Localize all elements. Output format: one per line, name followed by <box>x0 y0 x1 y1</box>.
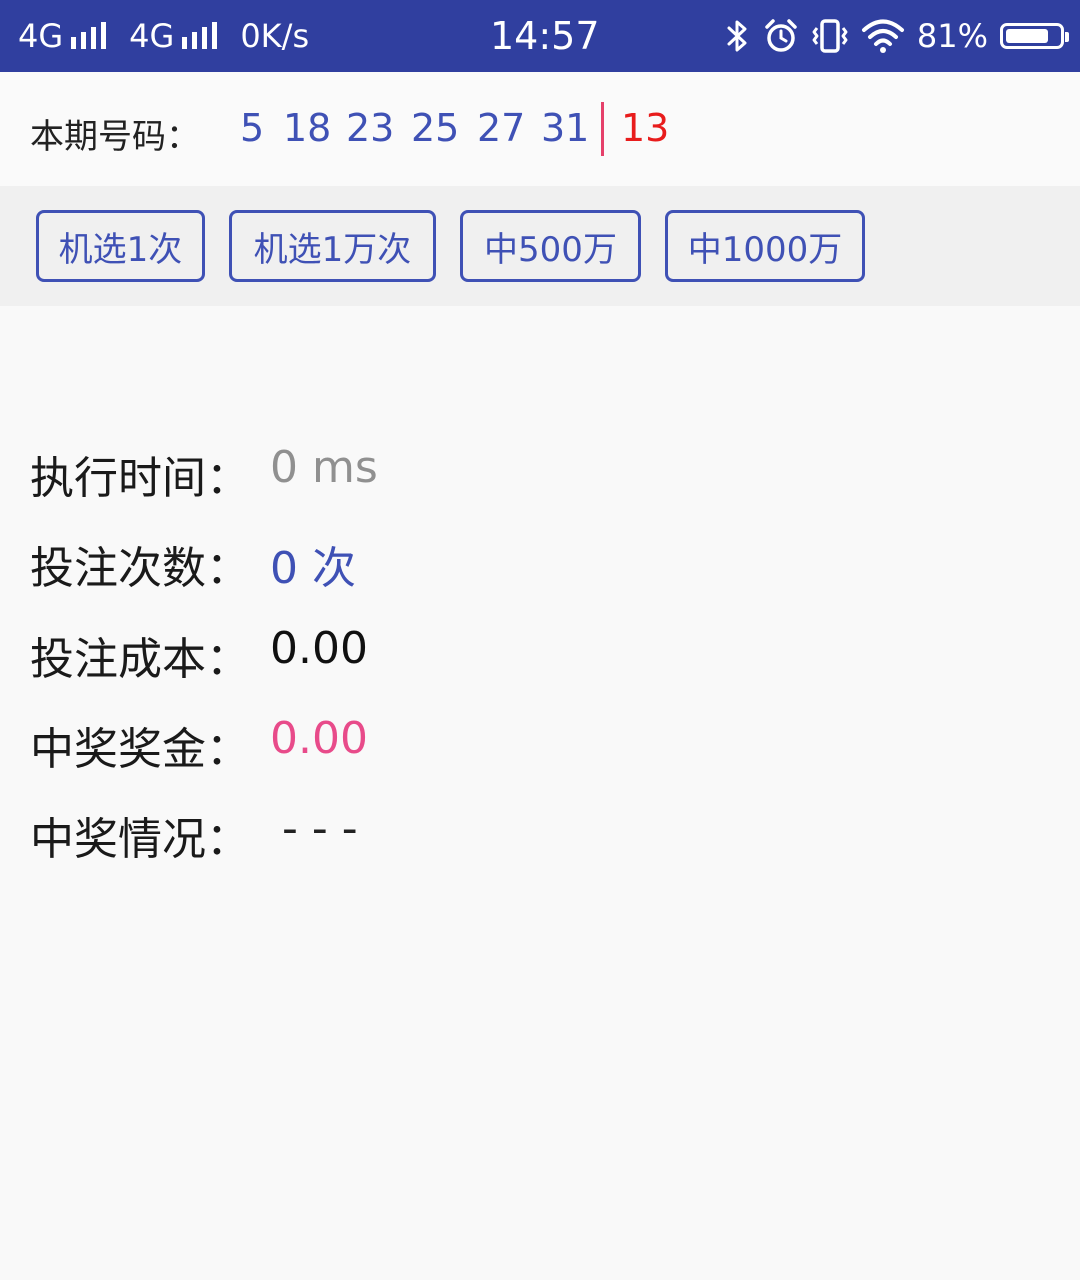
bet-count-label: 投注次数： <box>30 543 250 594</box>
status-bar-left: 4G 4G 0K/s <box>18 0 309 72</box>
red-ball-number: 13 <box>621 106 670 150</box>
prize-money-row: 中奖奖金： 0.00 <box>30 713 368 777</box>
bet-cost-row: 投注成本： 0.00 <box>30 623 368 687</box>
prize-money-value: 0.00 <box>270 713 368 764</box>
signal-strength-icon <box>182 22 222 49</box>
status-bar-right: 81% <box>725 0 1069 72</box>
network-type-1: 4G <box>18 17 64 55</box>
blue-ball-number: 31 <box>541 106 590 150</box>
status-bar: 4G 4G 0K/s 14:57 81% <box>0 0 1080 72</box>
random-pick-once-button[interactable]: 机选1次 <box>36 210 205 282</box>
bet-cost-value: 0.00 <box>270 623 368 674</box>
execution-time-value: 0 ms <box>270 442 378 493</box>
draw-label: 本期号码： <box>30 117 200 157</box>
draw-numbers-row: 本期号码： 5 18 23 25 27 31 13 <box>0 72 1080 186</box>
blue-ball-number: 23 <box>346 106 395 150</box>
execution-time-label: 执行时间： <box>30 453 250 504</box>
win-10-million-button[interactable]: 中1000万 <box>665 210 865 282</box>
bet-count-value: 0 次 <box>270 543 356 594</box>
clock: 14:57 <box>490 14 600 58</box>
action-buttons-row: 机选1次 机选1万次 中500万 中1000万 <box>0 186 1080 306</box>
bluetooth-icon <box>725 18 751 54</box>
blue-ball-number: 5 <box>240 106 265 150</box>
winning-status-value: - - - <box>282 803 358 854</box>
bet-cost-label: 投注成本： <box>30 634 250 685</box>
prize-money-label: 中奖奖金： <box>30 724 250 775</box>
win-5-million-button[interactable]: 中500万 <box>460 210 641 282</box>
wifi-icon <box>861 19 905 53</box>
random-pick-10k-button[interactable]: 机选1万次 <box>229 210 436 282</box>
alarm-icon <box>763 18 799 54</box>
vibrate-icon <box>811 18 849 54</box>
winning-status-row: 中奖情况： - - - <box>30 803 358 867</box>
winning-status-label: 中奖情况： <box>30 814 250 865</box>
bet-count-row: 投注次数： 0 次 <box>30 532 356 596</box>
signal-strength-icon <box>71 22 111 49</box>
blue-ball-number: 27 <box>477 106 526 150</box>
blue-ball-number: 25 <box>411 106 460 150</box>
blue-ball-number: 18 <box>283 106 332 150</box>
network-type-2: 4G <box>129 17 175 55</box>
number-divider <box>601 102 604 156</box>
network-speed: 0K/s <box>240 17 310 55</box>
battery-percentage: 81% <box>916 17 988 55</box>
battery-icon <box>1000 23 1069 49</box>
execution-time-row: 执行时间： 0 ms <box>30 442 378 506</box>
